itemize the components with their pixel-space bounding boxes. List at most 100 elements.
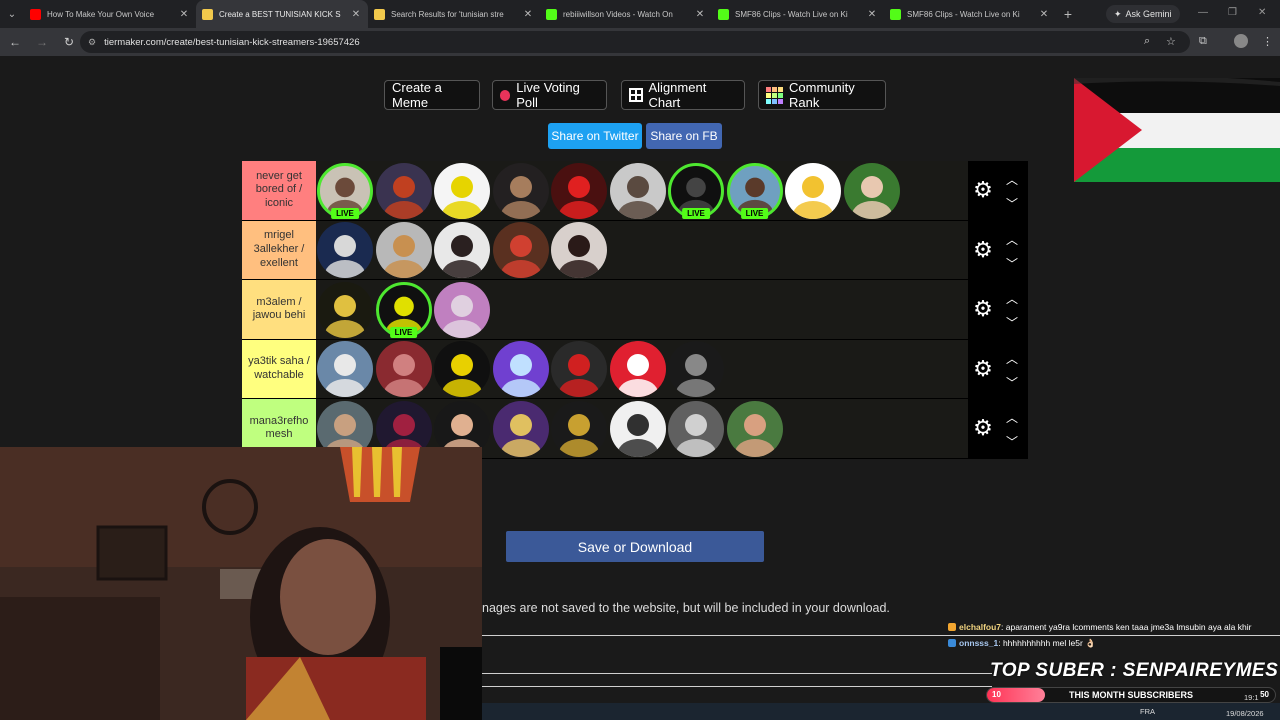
back-arrow-icon[interactable]: ← xyxy=(3,30,27,54)
share-fb-button[interactable]: Share on FB xyxy=(646,123,722,149)
streamer-avatar[interactable] xyxy=(375,340,433,399)
browser-tab[interactable]: SMF86 Clips - Watch Live on Ki ✕ xyxy=(884,0,1056,28)
streamer-avatar[interactable] xyxy=(316,340,374,399)
streamer-avatar[interactable] xyxy=(433,280,491,339)
close-window-icon[interactable]: ✕ xyxy=(1258,7,1266,18)
avatar-image xyxy=(434,281,490,338)
tier-label[interactable]: m3alem / jawou behi xyxy=(242,280,316,339)
browser-tab[interactable]: Create a BEST TUNISIAN KICK S ✕ xyxy=(196,0,368,28)
streamer-avatar[interactable] xyxy=(550,399,608,458)
chat-user: onnsss_1 xyxy=(959,638,999,648)
tier-label[interactable]: never get bored of / iconic xyxy=(242,161,316,220)
streamer-avatar[interactable]: LIVE xyxy=(726,161,784,220)
move-tier-up-chevron-icon[interactable]: ︿ xyxy=(1002,409,1022,425)
live-dot-icon xyxy=(500,89,511,101)
streamer-avatar[interactable]: LIVE xyxy=(375,280,433,339)
zoom-icon[interactable]: ⌕ xyxy=(1144,35,1150,48)
avatar-image xyxy=(609,162,666,219)
streamer-avatar[interactable]: LIVE xyxy=(667,161,725,220)
streamer-avatar[interactable] xyxy=(375,221,433,280)
tier-label[interactable]: mrigel 3allekher / exellent xyxy=(242,220,316,279)
tier-row: never get bored of / iconic LIVE LIVE LIVE ⚙… xyxy=(242,161,1028,221)
streamer-avatar[interactable] xyxy=(784,161,842,220)
streamer-avatar[interactable] xyxy=(843,161,901,220)
create-meme-button[interactable]: Create a Meme xyxy=(384,80,480,110)
tab-close-icon[interactable]: ✕ xyxy=(350,9,362,20)
tier-items-drop-zone[interactable] xyxy=(316,339,1028,399)
share-twitter-button[interactable]: Share on Twitter xyxy=(548,123,642,149)
streamer-avatar[interactable] xyxy=(667,399,725,458)
browser-tab[interactable]: SMF86 Clips - Watch Live on Ki ✕ xyxy=(712,0,884,28)
browser-tab[interactable]: How To Make Your Own Voice ✕ xyxy=(24,0,196,28)
tier-settings-gear-icon[interactable]: ⚙ xyxy=(972,357,994,380)
tab-close-icon[interactable]: ✕ xyxy=(522,9,534,20)
tab-close-icon[interactable]: ✕ xyxy=(1038,9,1050,20)
browser-tab[interactable]: Search Results for 'tunisian stre ✕ xyxy=(368,0,540,28)
streamer-avatar[interactable] xyxy=(492,161,550,220)
address-bar[interactable]: ⚙ tiermaker.com/create/best-tunisian-kic… xyxy=(80,31,1190,53)
streamer-avatar[interactable] xyxy=(550,340,608,399)
tier-label[interactable]: ya3tik saha / watchable xyxy=(242,339,316,398)
streamer-avatar[interactable] xyxy=(609,399,667,458)
move-tier-up-chevron-icon[interactable]: ︿ xyxy=(1002,350,1022,366)
ask-gemini-button[interactable]: ✦ Ask Gemini xyxy=(1106,5,1180,23)
browser-tab[interactable]: rebiiiwillson Videos - Watch On ✕ xyxy=(540,0,712,28)
streamer-avatar[interactable] xyxy=(433,161,491,220)
site-info-icon[interactable]: ⚙ xyxy=(88,37,96,48)
tier-settings-gear-icon[interactable]: ⚙ xyxy=(972,417,994,439)
minimize-icon[interactable]: — xyxy=(1198,7,1208,18)
streamer-avatar[interactable]: LIVE xyxy=(316,161,374,220)
live-voting-poll-button[interactable]: Live Voting Poll xyxy=(492,80,607,110)
profile-avatar[interactable] xyxy=(1234,34,1248,48)
streamer-avatar[interactable] xyxy=(492,340,550,399)
streamer-avatar[interactable] xyxy=(492,399,550,458)
menu-dots-icon[interactable]: ⋮ xyxy=(1262,35,1273,48)
alignment-chart-button[interactable]: Alignment Chart xyxy=(621,80,745,110)
tier-items-drop-zone[interactable]: LIVE LIVE LIVE xyxy=(316,161,1028,220)
avatar-image xyxy=(609,400,666,457)
forward-arrow-icon[interactable]: → xyxy=(30,30,54,54)
move-tier-down-chevron-icon[interactable]: ﹀ xyxy=(1002,433,1022,449)
tier-settings-gear-icon[interactable]: ⚙ xyxy=(972,179,994,201)
streamer-avatar[interactable] xyxy=(316,221,374,280)
community-rank-button[interactable]: Community Rank xyxy=(758,80,886,110)
maximize-icon[interactable]: ❐ xyxy=(1228,7,1237,18)
tab-search-chevron-icon[interactable]: ⌄ xyxy=(0,0,24,28)
streamer-avatar[interactable] xyxy=(550,221,608,280)
streamer-avatar[interactable] xyxy=(667,340,725,399)
move-tier-up-chevron-icon[interactable]: ︿ xyxy=(1002,171,1022,187)
overlay-divider-top xyxy=(482,635,1280,636)
reload-icon[interactable]: ↻ xyxy=(57,30,81,54)
tab-close-icon[interactable]: ✕ xyxy=(694,9,706,20)
streamer-avatar[interactable] xyxy=(433,221,491,280)
streamer-avatar[interactable] xyxy=(726,399,784,458)
move-tier-down-chevron-icon[interactable]: ﹀ xyxy=(1002,195,1022,211)
streamer-avatar[interactable] xyxy=(433,340,491,399)
tab-favicon-icon xyxy=(890,8,901,20)
streamer-avatar[interactable] xyxy=(609,161,667,220)
move-tier-up-chevron-icon[interactable]: ︿ xyxy=(1002,290,1022,306)
tab-close-icon[interactable]: ✕ xyxy=(178,9,190,20)
tier-settings-gear-icon[interactable]: ⚙ xyxy=(972,238,994,261)
streamer-avatar[interactable] xyxy=(316,280,374,339)
streamer-avatar[interactable] xyxy=(609,340,667,399)
streamer-avatar[interactable] xyxy=(550,161,608,220)
save-or-download-button[interactable]: Save or Download xyxy=(506,531,764,562)
move-tier-up-chevron-icon[interactable]: ︿ xyxy=(1002,231,1022,247)
tier-settings-gear-icon[interactable]: ⚙ xyxy=(972,298,994,320)
avatar-image xyxy=(317,341,373,397)
tier-items-drop-zone[interactable]: LIVE xyxy=(316,280,1028,339)
move-tier-down-chevron-icon[interactable]: ﹀ xyxy=(1002,314,1022,330)
tab-close-icon[interactable]: ✕ xyxy=(866,9,878,20)
avatar-image xyxy=(551,222,607,278)
move-tier-down-chevron-icon[interactable]: ﹀ xyxy=(1002,255,1022,271)
bookmark-star-icon[interactable]: ☆ xyxy=(1166,35,1176,48)
move-tier-down-chevron-icon[interactable]: ﹀ xyxy=(1002,374,1022,390)
share-fb-label: Share on FB xyxy=(650,129,718,143)
live-voting-poll-label: Live Voting Poll xyxy=(516,80,580,110)
streamer-avatar[interactable] xyxy=(375,161,433,220)
extensions-puzzle-icon[interactable]: ⧉ xyxy=(1199,35,1207,48)
new-tab-button[interactable]: + xyxy=(1056,6,1080,22)
streamer-avatar[interactable] xyxy=(492,221,550,280)
tier-items-drop-zone[interactable] xyxy=(316,220,1028,280)
